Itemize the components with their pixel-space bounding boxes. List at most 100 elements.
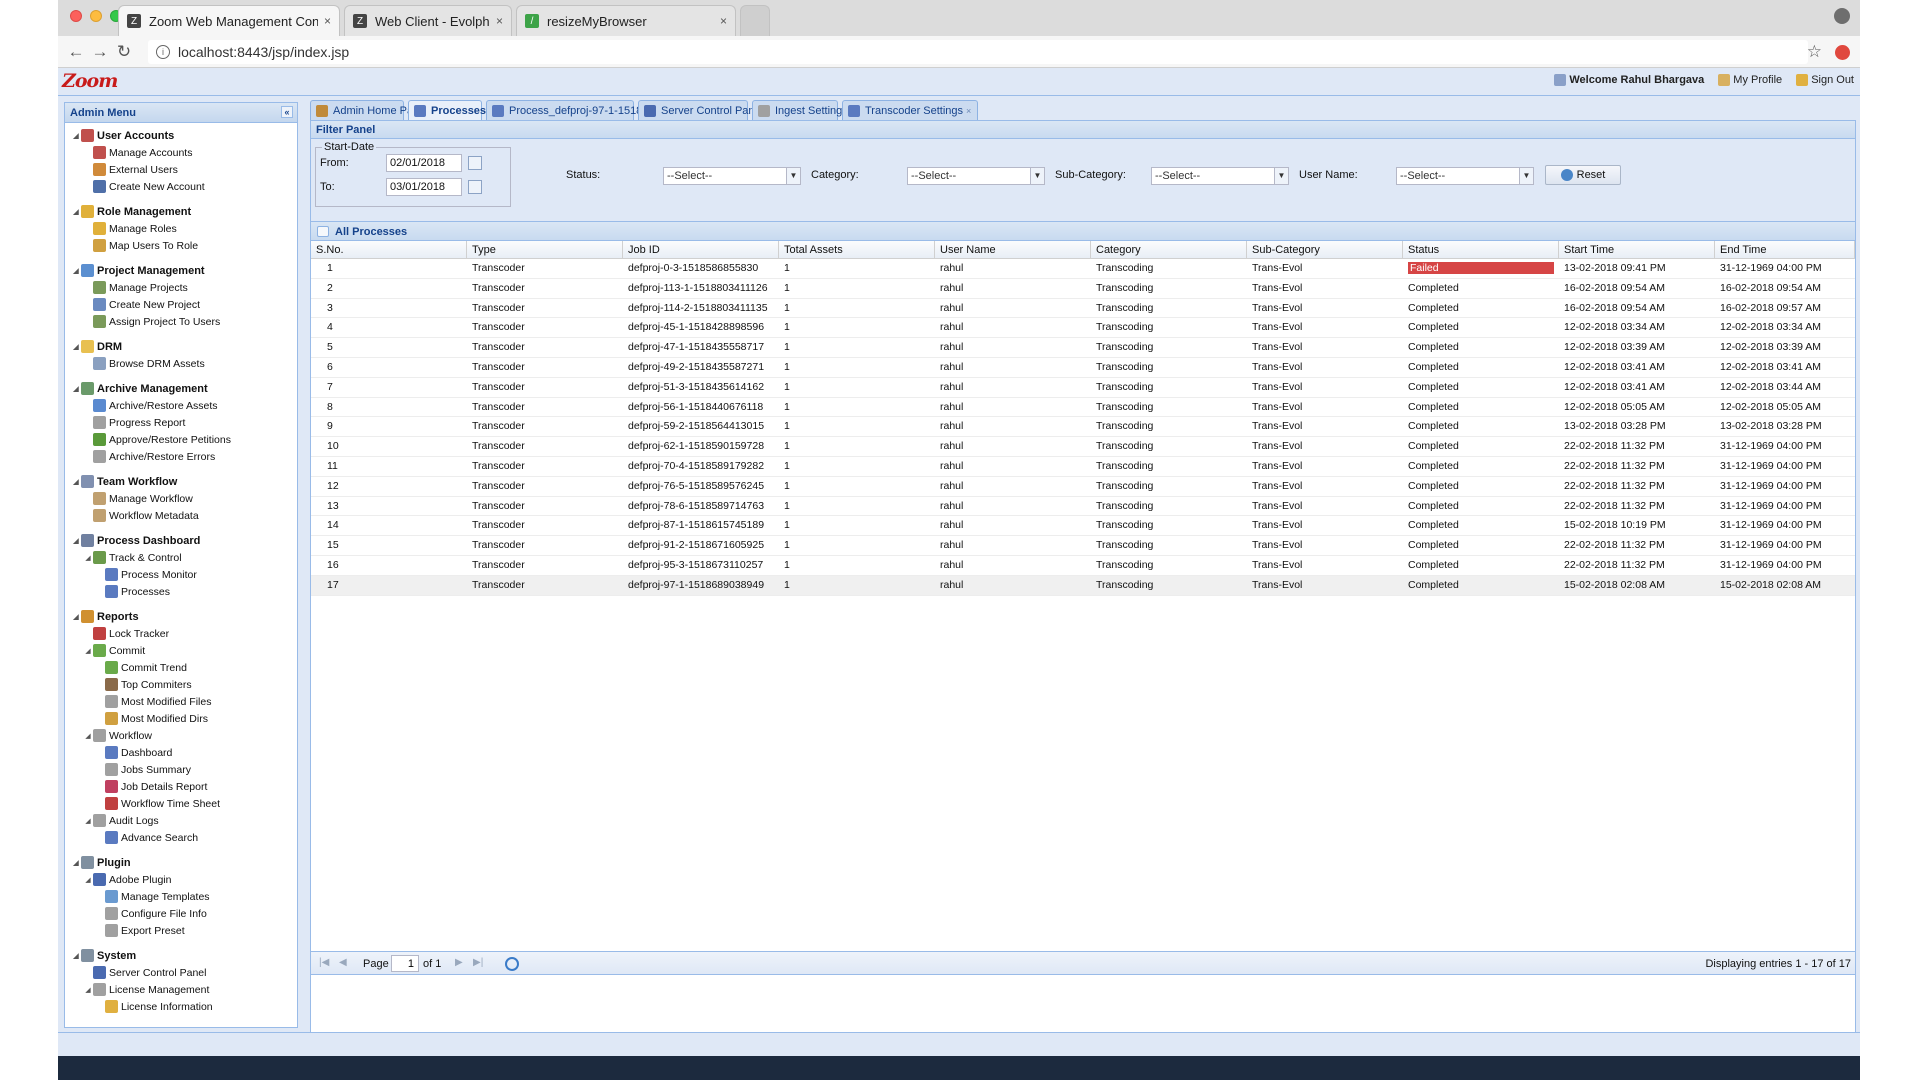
expander-icon[interactable]: ◢	[83, 732, 93, 740]
status-select[interactable]: --Select-- ▼	[663, 167, 801, 185]
table-row[interactable]: 16 Transcoder defproj-95-3-1518673110257 1 r…	[311, 556, 1855, 576]
sidebar-item[interactable]: Browse DRM Assets	[71, 355, 297, 372]
browser-tab[interactable]: Z Zoom Web Management Cons ×	[118, 5, 340, 36]
table-row[interactable]: 13 Transcoder defproj-78-6-1518589714763 1 r…	[311, 497, 1855, 517]
next-page-button[interactable]: ▶	[455, 957, 463, 968]
sidebar-item[interactable]: Approve/Restore Petitions	[71, 431, 297, 448]
app-tab[interactable]: Admin Home Page	[310, 100, 425, 120]
table-row[interactable]: 14 Transcoder defproj-87-1-1518615745189 1 r…	[311, 516, 1855, 537]
expander-icon[interactable]: ◢	[71, 859, 81, 867]
expander-icon[interactable]: ◢	[71, 613, 81, 621]
table-row[interactable]: 1 Transcoder defproj-0-3-1518586855830 1 rah…	[311, 259, 1855, 279]
new-tab-button[interactable]	[740, 5, 770, 36]
site-info-icon[interactable]: i	[156, 45, 170, 59]
to-date-input[interactable]: 03/01/2018	[386, 178, 462, 196]
close-window-button[interactable]	[70, 10, 82, 22]
sidebar-item[interactable]: Top Commiters	[71, 676, 297, 693]
from-calendar-icon[interactable]	[468, 156, 482, 170]
expander-icon[interactable]: ◢	[71, 343, 81, 351]
sidebar-item[interactable]: ◢ Workflow	[71, 727, 297, 744]
sidebar-item[interactable]: Server Control Panel	[71, 964, 297, 981]
sidebar-item[interactable]: ◢ Process Dashboard	[71, 532, 297, 549]
sidebar-item[interactable]: Manage Roles	[71, 220, 297, 237]
close-tab-icon[interactable]: ×	[966, 106, 971, 116]
back-button[interactable]: ←	[66, 42, 86, 62]
first-page-button[interactable]: |◀	[319, 957, 329, 968]
sidebar-item[interactable]: Process Monitor	[71, 566, 297, 583]
sidebar-item[interactable]: Workflow Metadata	[71, 507, 297, 524]
column-header[interactable]: Status	[1403, 241, 1559, 259]
sidebar-item[interactable]: Create New Project	[71, 296, 297, 313]
sidebar-item[interactable]: ◢ Team Workflow	[71, 473, 297, 490]
last-page-button[interactable]: ▶|	[473, 957, 483, 968]
column-header[interactable]: Job ID	[623, 241, 779, 259]
table-row[interactable]: 15 Transcoder defproj-91-2-1518671605925 1 r…	[311, 536, 1855, 556]
sidebar-item[interactable]: Advance Search	[71, 829, 297, 846]
table-row[interactable]: 6 Transcoder defproj-49-2-1518435587271 1 ra…	[311, 358, 1855, 378]
column-header[interactable]: Start Time	[1559, 241, 1715, 259]
app-tab[interactable]: Server Control Panel×	[638, 100, 771, 120]
sidebar-item[interactable]: ◢ Plugin	[71, 854, 297, 871]
column-header[interactable]: Category	[1091, 241, 1247, 259]
sidebar-item[interactable]: Manage Templates	[71, 888, 297, 905]
sidebar-item[interactable]: ◢ Commit	[71, 642, 297, 659]
sidebar-item[interactable]: ◢ Role Management	[71, 203, 297, 220]
expander-icon[interactable]: ◢	[83, 817, 93, 825]
sidebar-item[interactable]: Archive/Restore Errors	[71, 448, 297, 465]
sidebar-item[interactable]: Lock Tracker	[71, 625, 297, 642]
username-select[interactable]: --Select-- ▼	[1396, 167, 1534, 185]
column-header[interactable]: End Time	[1715, 241, 1855, 259]
sidebar-item[interactable]: Job Details Report	[71, 778, 297, 795]
sidebar-item[interactable]: ◢ Audit Logs	[71, 812, 297, 829]
table-row[interactable]: 4 Transcoder defproj-45-1-1518428898596 1 ra…	[311, 318, 1855, 339]
column-header[interactable]: Type	[467, 241, 623, 259]
app-tab[interactable]: Transcoder Settings ×	[842, 100, 978, 120]
my-profile-link[interactable]: My Profile	[1718, 74, 1782, 86]
sidebar-item[interactable]: ◢ Reports	[71, 608, 297, 625]
table-row[interactable]: 8 Transcoder defproj-56-1-1518440676118 1 ra…	[311, 398, 1855, 418]
expander-icon[interactable]: ◢	[71, 132, 81, 140]
reset-button[interactable]: Reset	[1545, 165, 1621, 185]
sidebar-item[interactable]: ◢ Track & Control	[71, 549, 297, 566]
table-row[interactable]: 2 Transcoder defproj-113-1-1518803411126 1 r…	[311, 279, 1855, 299]
sidebar-item[interactable]: ◢ Project Management	[71, 262, 297, 279]
prev-page-button[interactable]: ◀	[339, 957, 347, 968]
address-bar[interactable]: i localhost:8443/jsp/index.jsp	[148, 40, 1808, 64]
sidebar-item[interactable]: Archive/Restore Assets	[71, 397, 297, 414]
subcategory-select[interactable]: --Select-- ▼	[1151, 167, 1289, 185]
expander-icon[interactable]: ◢	[83, 876, 93, 884]
column-header[interactable]: S.No.	[311, 241, 467, 259]
browser-profile-icon[interactable]	[1834, 8, 1850, 24]
sidebar-item[interactable]: Processes	[71, 583, 297, 600]
table-row[interactable]: 5 Transcoder defproj-47-1-1518435558717 1 ra…	[311, 338, 1855, 358]
category-select[interactable]: --Select-- ▼	[907, 167, 1045, 185]
app-tab[interactable]: Process_defproj-97-1-1518689×	[486, 100, 669, 120]
table-row[interactable]: 17 Transcoder defproj-97-1-1518689038949 1 r…	[311, 575, 1855, 596]
column-header[interactable]: Sub-Category	[1247, 241, 1403, 259]
sidebar-item[interactable]: Commit Trend	[71, 659, 297, 676]
table-row[interactable]: 12 Transcoder defproj-76-5-1518589576245 1 r…	[311, 477, 1855, 497]
table-row[interactable]: 9 Transcoder defproj-59-2-1518564413015 1 ra…	[311, 417, 1855, 438]
sidebar-item[interactable]: ◢ Archive Management	[71, 380, 297, 397]
close-tab-icon[interactable]: ×	[720, 14, 727, 28]
expander-icon[interactable]: ◢	[83, 554, 93, 562]
table-row[interactable]: 7 Transcoder defproj-51-3-1518435614162 1 ra…	[311, 378, 1855, 398]
collapse-menu-button[interactable]: «	[281, 106, 293, 118]
sidebar-item[interactable]: Export Preset	[71, 922, 297, 939]
close-tab-icon[interactable]: ×	[496, 14, 503, 28]
sidebar-item[interactable]: Manage Projects	[71, 279, 297, 296]
sidebar-item[interactable]: Map Users To Role	[71, 237, 297, 254]
expander-icon[interactable]: ◢	[83, 986, 93, 994]
sidebar-item[interactable]: ◢ DRM	[71, 338, 297, 355]
table-row[interactable]: 11 Transcoder defproj-70-4-1518589179282 1 r…	[311, 457, 1855, 477]
expander-icon[interactable]: ◢	[71, 385, 81, 393]
expander-icon[interactable]: ◢	[71, 478, 81, 486]
sidebar-item[interactable]: ◢ User Accounts	[71, 127, 297, 144]
refresh-grid-icon[interactable]	[505, 957, 519, 971]
sidebar-item[interactable]: Assign Project To Users	[71, 313, 297, 330]
sidebar-item[interactable]: Manage Accounts	[71, 144, 297, 161]
close-tab-icon[interactable]: ×	[324, 14, 331, 28]
sidebar-item[interactable]: ◢ License Management	[71, 981, 297, 998]
expander-icon[interactable]: ◢	[83, 647, 93, 655]
expander-icon[interactable]: ◢	[71, 537, 81, 545]
